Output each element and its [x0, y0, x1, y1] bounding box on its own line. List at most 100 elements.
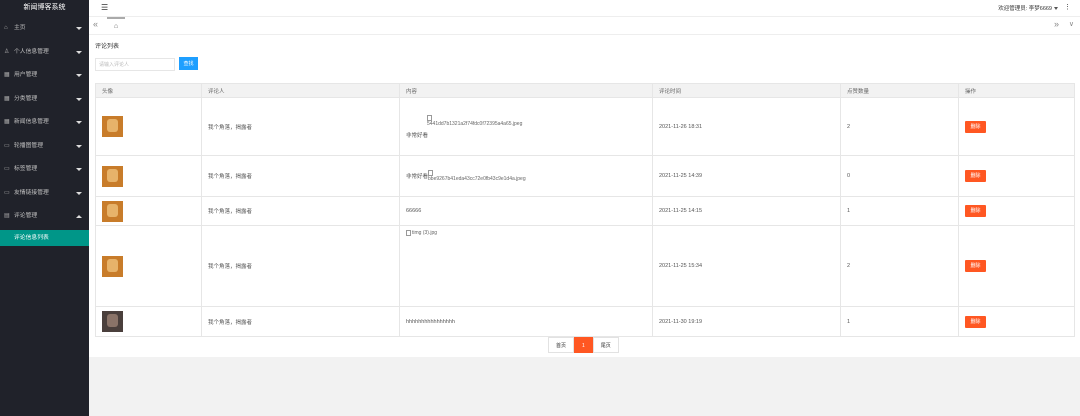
table-row: 我个角落，揭露者 66666 2021-11-25 14:15 1 删除	[95, 196, 1075, 226]
likes-cell: 1	[840, 306, 959, 337]
main-content: 评论列表 查找 头像 评论人 内容 评论时间 点赞数量 操作 我个角落，揭露者 …	[89, 35, 1080, 357]
sidebar-item-links[interactable]: ▭ 友情链接管理	[0, 182, 89, 206]
content-cell: timg (3).jpg	[399, 225, 653, 307]
menu-toggle-icon[interactable]: ☰	[101, 3, 108, 12]
content-cell: 非常好看 bbe9267b41eda43cc72e0fb43c9e1d4a.jpe…	[399, 155, 653, 197]
tab-options-icon[interactable]: ∨	[1069, 20, 1074, 28]
pagination: 首页 1 尾页	[548, 337, 619, 353]
avatar	[102, 116, 123, 137]
column-header: 点赞数量	[840, 83, 959, 98]
table-row: 我个角落，揭露者 非常好看 bbe9267b41eda43cc72e0fb43c9…	[95, 155, 1075, 197]
time-cell: 2021-11-30 19:19	[652, 306, 841, 337]
sidebar-item-label: 个人信息管理	[14, 48, 49, 55]
chevron-down-icon	[76, 144, 82, 148]
search-button[interactable]: 查找	[179, 57, 198, 70]
likes-cell: 2	[840, 225, 959, 307]
content-cell: hhhhhhhhhhhhhhhh	[399, 306, 653, 337]
sidebar-item-tags[interactable]: ▭ 标签管理	[0, 158, 89, 182]
commenter-cell: 我个角落，揭露者	[201, 155, 400, 197]
sidebar-item-profile[interactable]: ♙ 个人信息管理	[0, 41, 89, 65]
chevron-down-icon	[76, 50, 82, 54]
sidebar-item-news[interactable]: ▦ 新闻信息管理	[0, 111, 89, 135]
likes-cell: 2	[840, 97, 959, 156]
scroll-left-icon[interactable]: «	[93, 19, 98, 29]
user-icon: ♙	[4, 48, 10, 55]
chevron-down-icon	[76, 191, 82, 195]
sidebar-item-home[interactable]: ⌂ 主页	[0, 17, 89, 41]
commenter-cell: 我个角落，揭露者	[201, 225, 400, 307]
user-greeting: 欢迎管理员: 李梦6669	[998, 6, 1052, 12]
caret-down-icon	[1054, 7, 1058, 11]
image-filename: 5441dd7b1321a2f74fdc0f72395a4a65.jpeg	[427, 120, 523, 127]
broken-image-icon	[406, 230, 411, 236]
table-row: 我个角落，揭露者 5441dd7b1321a2f74fdc0f72395a4a6…	[95, 97, 1075, 156]
delete-button[interactable]: 删除	[965, 120, 986, 133]
scroll-right-icon[interactable]: »	[1054, 19, 1059, 29]
commenter-cell: 我个角落，揭露者	[201, 306, 400, 337]
broken-image: 5441dd7b1321a2f74fdc0f72395a4a65.jpeg	[427, 114, 652, 127]
column-header: 内容	[399, 83, 653, 98]
table-row: 我个角落，揭露者 timg (3).jpg 2021-11-25 15:34 2…	[95, 225, 1075, 307]
sidebar-item-comments[interactable]: ▤ 评论管理	[0, 205, 89, 229]
column-header: 评论时间	[652, 83, 841, 98]
user-menu[interactable]: 欢迎管理员: 李梦6669	[998, 4, 1058, 12]
sidebar-item-label: 分类管理	[14, 95, 38, 102]
broken-image: bbe9267b41eda43cc72e0fb43c9e1d4a.jpeg	[428, 170, 526, 182]
news-icon: ▦	[4, 119, 10, 125]
sidebar-item-label: 轮播图管理	[14, 142, 43, 149]
likes-cell: 1	[840, 196, 959, 226]
avatar	[102, 165, 123, 187]
column-header: 头像	[95, 83, 202, 98]
chevron-down-icon	[76, 121, 82, 124]
home-icon: ⌂	[4, 25, 8, 31]
delete-button[interactable]: 删除	[965, 315, 986, 328]
sidebar: 新闻博客系统 ⌂ 主页 ♙ 个人信息管理 ▦ 用户管理 ▦ 分类管理 ▦ 新闻信息管理 ▭…	[0, 0, 89, 416]
more-options-icon[interactable]: ⋮	[1064, 3, 1071, 11]
chevron-up-icon	[76, 215, 82, 218]
current-page-button[interactable]: 1	[574, 337, 593, 353]
carousel-icon: ▭	[4, 142, 10, 149]
search-input[interactable]	[95, 58, 175, 71]
content-cell: 66666	[399, 196, 653, 226]
sidebar-item-label: 新闻信息管理	[14, 119, 49, 125]
comment-text: 非常好看	[406, 174, 429, 180]
delete-button[interactable]: 删除	[965, 260, 986, 272]
sidebar-subitem-comment-list[interactable]: 评论信息列表	[0, 229, 89, 246]
time-cell: 2021-11-25 14:15	[652, 196, 841, 226]
delete-button[interactable]: 删除	[965, 170, 986, 182]
last-page-button[interactable]: 尾页	[592, 337, 619, 353]
comments-table: 头像 评论人 内容 评论时间 点赞数量 操作 我个角落，揭露者 5441dd7b…	[95, 83, 1075, 337]
sidebar-item-carousel[interactable]: ▭ 轮播图管理	[0, 135, 89, 159]
time-cell: 2021-11-25 15:34	[652, 225, 841, 307]
broken-image: timg (3).jpg	[406, 230, 652, 236]
delete-button[interactable]: 删除	[965, 205, 986, 217]
tab-home-icon[interactable]: ⌂	[107, 17, 125, 34]
users-icon: ▦	[4, 72, 10, 78]
column-header: 评论人	[201, 83, 400, 98]
link-icon: ▭	[4, 189, 10, 196]
sidebar-item-label: 用户管理	[14, 72, 38, 78]
image-filename: bbe9267b41eda43cc72e0fb43c9e1d4a.jpeg	[428, 176, 526, 182]
time-cell: 2021-11-25 14:39	[652, 155, 841, 197]
comment-text: 非常好看	[406, 132, 429, 139]
sidebar-item-label: 标签管理	[14, 166, 38, 172]
chevron-down-icon	[76, 97, 82, 101]
chevron-down-icon	[76, 168, 82, 171]
avatar	[102, 200, 123, 222]
top-header: ☰ 欢迎管理员: 李梦6669 ⋮	[89, 0, 1080, 17]
commenter-cell: 我个角落，揭露者	[201, 97, 400, 156]
avatar	[102, 311, 123, 332]
sidebar-item-category[interactable]: ▦ 分类管理	[0, 88, 89, 112]
sidebar-item-users[interactable]: ▦ 用户管理	[0, 64, 89, 88]
chevron-down-icon	[76, 27, 82, 30]
avatar	[102, 255, 123, 277]
app-title: 新闻博客系统	[23, 4, 66, 11]
tag-icon: ▭	[4, 166, 10, 172]
commenter-cell: 我个角落，揭露者	[201, 196, 400, 226]
page-title: 评论列表	[95, 44, 120, 50]
comment-icon: ▤	[4, 213, 10, 219]
likes-cell: 0	[840, 155, 959, 197]
first-page-button[interactable]: 首页	[548, 337, 575, 353]
time-cell: 2021-11-26 18:31	[652, 97, 841, 156]
content-cell: 5441dd7b1321a2f74fdc0f72395a4a65.jpeg 非常好…	[399, 97, 653, 156]
